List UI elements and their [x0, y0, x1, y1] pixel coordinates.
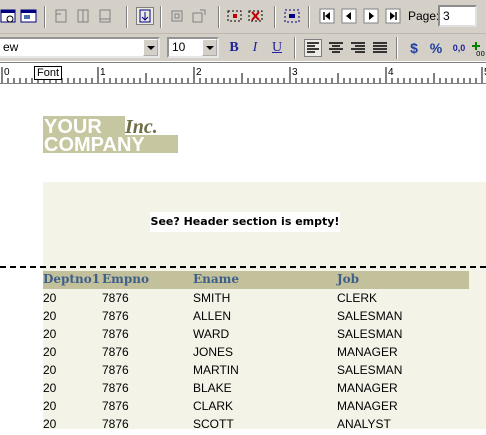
- insert-column-icon[interactable]: [74, 7, 92, 25]
- horizontal-ruler: 012345 Font: [0, 62, 486, 84]
- deptno-cell[interactable]: 20: [43, 327, 56, 341]
- last-page-icon[interactable]: [384, 7, 402, 25]
- window-icon[interactable]: [20, 7, 38, 25]
- empno-cell[interactable]: 7876: [102, 327, 129, 341]
- empno-cell[interactable]: 7876: [102, 291, 129, 305]
- deptno-cell[interactable]: 20: [43, 399, 56, 413]
- ruler-label: 1: [100, 67, 106, 78]
- column-header-ename[interactable]: Ename: [193, 272, 239, 286]
- ename-cell[interactable]: SMITH: [193, 291, 230, 305]
- deptno-cell[interactable]: 20: [43, 381, 56, 395]
- table-row[interactable]: 20 7876 JONES MANAGER: [43, 345, 469, 363]
- job-cell[interactable]: MANAGER: [337, 399, 398, 413]
- ename-cell[interactable]: JONES: [193, 345, 233, 359]
- first-page-icon[interactable]: [318, 7, 336, 25]
- next-page-icon[interactable]: [362, 7, 380, 25]
- toolbar-separator: [396, 37, 398, 59]
- justify-icon[interactable]: [370, 39, 388, 57]
- column-header-row: Deptno1 Empno Ename Job: [43, 271, 469, 289]
- font-name-value: ew: [3, 40, 19, 54]
- column-header-empno[interactable]: Empno: [102, 272, 149, 286]
- percent-button[interactable]: %: [427, 39, 445, 57]
- ename-cell[interactable]: CLARK: [193, 399, 233, 413]
- toolbar-separator: [44, 6, 46, 28]
- toolbar-separator: [218, 6, 220, 28]
- decimal-button[interactable]: 0,0: [449, 39, 469, 57]
- deptno-cell[interactable]: 20: [43, 291, 56, 305]
- font-size-value: 10: [172, 40, 186, 54]
- ename-cell[interactable]: BLAKE: [193, 381, 232, 395]
- job-cell[interactable]: SALESMAN: [337, 327, 402, 341]
- currency-button[interactable]: $: [405, 39, 423, 57]
- ungroup-icon[interactable]: [247, 7, 265, 25]
- align-right-icon[interactable]: [348, 39, 366, 57]
- svg-text:COMPANY: COMPANY: [44, 134, 145, 153]
- empno-cell[interactable]: 7876: [102, 345, 129, 359]
- size-object-icon[interactable]: [190, 7, 208, 25]
- job-cell[interactable]: MANAGER: [337, 345, 398, 359]
- ename-cell[interactable]: ALLEN: [193, 309, 231, 323]
- empno-cell[interactable]: 7876: [102, 399, 129, 413]
- chevron-down-icon[interactable]: [143, 39, 158, 56]
- empno-cell[interactable]: 7876: [102, 309, 129, 323]
- align-left-icon[interactable]: [304, 39, 322, 57]
- table-row[interactable]: 20 7876 CLARK MANAGER: [43, 399, 469, 417]
- table-row[interactable]: 20 7876 SCOTT ANALYST: [43, 417, 469, 435]
- page-label: Page:: [408, 9, 440, 23]
- toolbar-separator: [160, 6, 162, 28]
- ename-cell[interactable]: WARD: [193, 327, 229, 341]
- italic-button[interactable]: I: [246, 39, 264, 57]
- toolbar-separator: [274, 6, 276, 28]
- page-number-input[interactable]: [438, 5, 477, 27]
- table-row[interactable]: 20 7876 BLAKE MANAGER: [43, 381, 469, 399]
- deptno-cell[interactable]: 20: [43, 345, 56, 359]
- toolbar-separator: [294, 37, 296, 59]
- empno-cell[interactable]: 7876: [102, 381, 129, 395]
- font-name-combo[interactable]: ew: [0, 37, 160, 58]
- table-row[interactable]: 20 7876 ALLEN SALESMAN: [43, 309, 469, 327]
- section-divider[interactable]: [0, 266, 486, 268]
- select-tool-icon[interactable]: [136, 7, 154, 25]
- font-tag: Font: [34, 66, 63, 80]
- align-object-icon[interactable]: [168, 7, 186, 25]
- job-cell[interactable]: CLERK: [337, 291, 377, 305]
- ruler-label: 4: [388, 67, 394, 78]
- ruler-ticks: 012345: [1, 67, 486, 83]
- column-header-deptno[interactable]: Deptno1: [43, 272, 100, 286]
- header-note[interactable]: See? Header section is empty!: [150, 212, 340, 232]
- main-toolbar: Page:: [0, 0, 486, 34]
- job-cell[interactable]: SALESMAN: [337, 363, 402, 377]
- deptno-cell[interactable]: 20: [43, 363, 56, 377]
- table-row[interactable]: 20 7876 MARTIN SALESMAN: [43, 363, 469, 381]
- select-all-icon[interactable]: [283, 7, 301, 25]
- toolbar-separator: [126, 6, 128, 28]
- underline-button[interactable]: U: [268, 39, 286, 57]
- ruler-label: 3: [292, 67, 298, 78]
- job-cell[interactable]: MANAGER: [337, 381, 398, 395]
- table-row[interactable]: 20 7876 SMITH CLERK: [43, 291, 469, 309]
- svg-text:00: 00: [476, 50, 485, 57]
- format-toolbar: ew 10 B I U $ % 0,0 00: [0, 34, 486, 61]
- table-row[interactable]: 20 7876 WARD SALESMAN: [43, 327, 469, 345]
- company-logo: YOUR Inc. COMPANY: [43, 116, 178, 156]
- toolbar-separator: [308, 6, 310, 28]
- insert-section-icon[interactable]: [96, 7, 114, 25]
- empno-cell[interactable]: 7876: [102, 363, 129, 377]
- column-header-job[interactable]: Job: [337, 272, 359, 286]
- preview-icon[interactable]: [0, 7, 18, 25]
- previous-page-icon[interactable]: [340, 7, 358, 25]
- job-cell[interactable]: SALESMAN: [337, 309, 402, 323]
- deptno-cell[interactable]: 20: [43, 309, 56, 323]
- ruler-label: 0: [4, 67, 10, 78]
- increase-decimal-icon[interactable]: 00: [470, 39, 486, 58]
- ename-cell[interactable]: MARTIN: [193, 363, 239, 377]
- bold-button[interactable]: B: [225, 39, 243, 57]
- group-icon[interactable]: [226, 7, 244, 25]
- ruler-label: 2: [196, 67, 202, 78]
- font-size-combo[interactable]: 10: [167, 37, 219, 58]
- insert-row-icon[interactable]: [52, 7, 70, 25]
- align-center-icon[interactable]: [326, 39, 344, 57]
- chevron-down-icon[interactable]: [202, 39, 217, 56]
